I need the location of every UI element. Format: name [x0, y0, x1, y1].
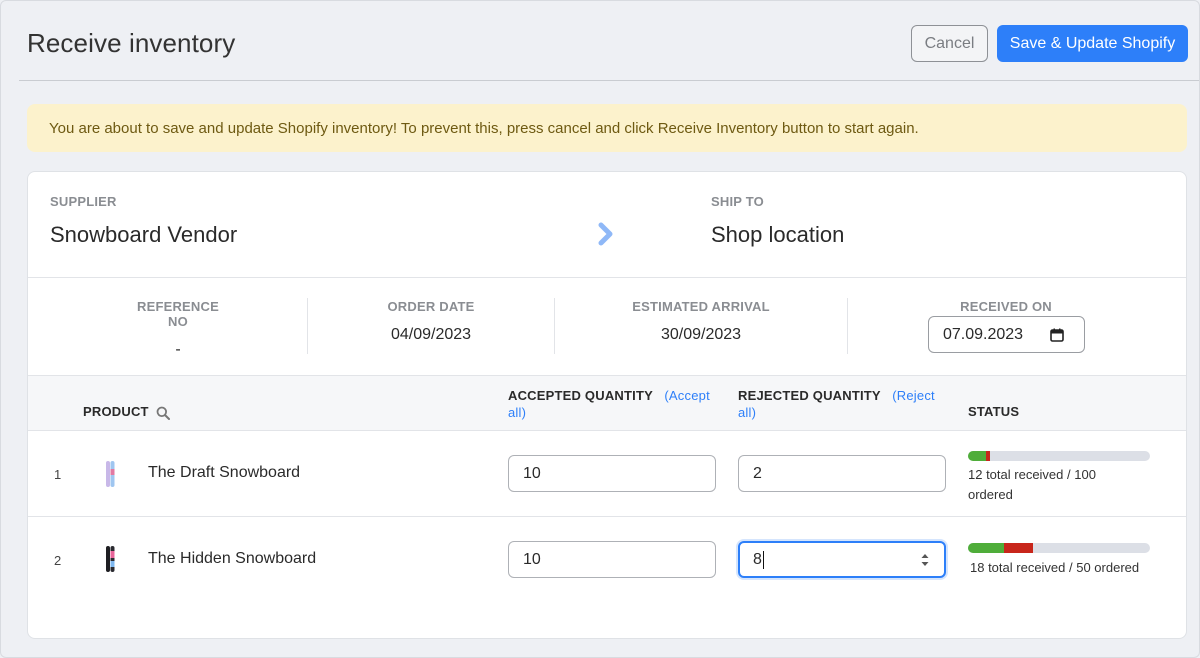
- status-text: 18 total received / 50 ordered: [970, 560, 1140, 575]
- product-column-header: PRODUCT: [83, 404, 149, 419]
- received-progress-bar: [968, 451, 1150, 461]
- order-date-field: ORDER DATE 04/09/2023: [371, 299, 491, 344]
- product-name: The Hidden Snowboard: [148, 550, 317, 567]
- ship-to-label: SHIP TO: [711, 194, 764, 209]
- chevron-right-icon: [598, 222, 613, 246]
- rejected-progress-fill: [1004, 543, 1033, 553]
- accepted-quantity-label: ACCEPTED QUANTITY: [508, 388, 653, 403]
- cancel-button[interactable]: Cancel: [911, 25, 988, 62]
- table-row: 2 The Hidden Snowboard 10 8 18 total rec…: [28, 517, 1186, 603]
- received-progress-bar: [968, 543, 1150, 553]
- received-on-date-value: 07.09.2023: [943, 325, 1024, 343]
- rejected-quantity-input[interactable]: 2: [738, 455, 946, 492]
- received-on-date-input[interactable]: 07.09.2023: [928, 316, 1085, 353]
- ship-to-name: Shop location: [711, 222, 845, 247]
- accepted-progress-fill: [968, 543, 1004, 553]
- reference-no-value: -: [175, 341, 181, 358]
- estimated-arrival-label: ESTIMATED ARRIVAL: [632, 299, 770, 314]
- order-date-label: ORDER DATE: [387, 299, 475, 314]
- divider: [847, 298, 848, 354]
- page-title: Receive inventory: [27, 28, 236, 58]
- accepted-quantity-header: ACCEPTED QUANTITY (Accept all): [508, 387, 718, 421]
- reference-no-label: REFERENCE NO: [137, 299, 219, 329]
- accepted-progress-fill: [968, 451, 986, 461]
- stepper-icon[interactable]: [920, 552, 930, 568]
- search-icon[interactable]: [156, 406, 170, 420]
- table-row: 1 The Draft Snowboard 10 2 12 total rece…: [28, 431, 1186, 517]
- accepted-quantity-input[interactable]: 10: [508, 455, 716, 492]
- text-caret: [762, 550, 764, 569]
- accepted-quantity-value: 10: [523, 550, 541, 568]
- supplier-label: SUPPLIER: [50, 194, 117, 209]
- alert-text: You are about to save and update Shopify…: [49, 119, 919, 137]
- rejected-quantity-input[interactable]: 8: [738, 541, 946, 578]
- page-header: Receive inventory Cancel Save & Update S…: [19, 1, 1199, 81]
- received-on-field: RECEIVED ON: [946, 299, 1066, 314]
- divider: [28, 277, 1186, 278]
- received-on-label: RECEIVED ON: [960, 299, 1052, 314]
- order-date-value: 04/09/2023: [390, 326, 472, 343]
- status-text: 12 total received / 100 ordered: [968, 467, 1096, 502]
- estimated-arrival-field: ESTIMATED ARRIVAL 30/09/2023: [626, 299, 776, 344]
- rejected-quantity-label: REJECTED QUANTITY: [738, 388, 881, 403]
- snowboard-thumbnail: [106, 461, 115, 487]
- table-header: PRODUCT ACCEPTED QUANTITY (Accept all) R…: [28, 375, 1186, 431]
- row-number: 1: [54, 467, 62, 482]
- reference-no-field: REFERENCE NO -: [128, 299, 228, 359]
- snowboard-thumbnail: [106, 546, 115, 572]
- divider: [307, 298, 308, 354]
- estimated-arrival-value: 30/09/2023: [660, 326, 742, 343]
- rejected-quantity-value: 8: [753, 550, 762, 568]
- warning-alert: You are about to save and update Shopify…: [27, 104, 1187, 152]
- rejected-quantity-header: REJECTED QUANTITY (Reject all): [738, 387, 948, 421]
- supplier-name: Snowboard Vendor: [50, 222, 238, 247]
- status-column-header: STATUS: [968, 404, 1020, 419]
- accepted-quantity-value: 10: [523, 464, 541, 482]
- calendar-icon[interactable]: [1050, 328, 1064, 342]
- product-name: The Draft Snowboard: [148, 464, 301, 481]
- row-number: 2: [54, 553, 62, 568]
- rejected-quantity-value: 2: [753, 464, 762, 482]
- save-update-shopify-button[interactable]: Save & Update Shopify: [997, 25, 1188, 62]
- divider: [554, 298, 555, 354]
- rejected-progress-fill: [986, 451, 990, 461]
- receive-inventory-window: Receive inventory Cancel Save & Update S…: [0, 0, 1200, 658]
- inventory-card: SUPPLIER Snowboard Vendor SHIP TO Shop l…: [27, 171, 1187, 639]
- accepted-quantity-input[interactable]: 10: [508, 541, 716, 578]
